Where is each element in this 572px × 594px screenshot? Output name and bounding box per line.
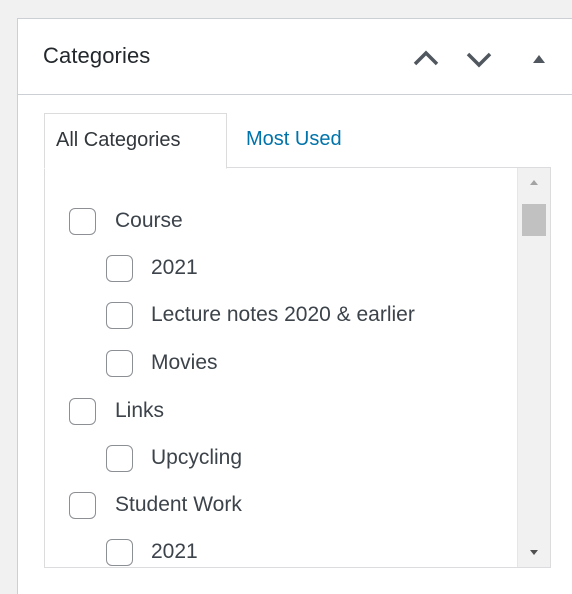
category-checkbox[interactable]: [106, 444, 133, 472]
category-checkbox[interactable]: [69, 397, 96, 425]
panel-header: Categories: [18, 19, 572, 95]
category-label: Course: [115, 209, 183, 232]
checklist-scrollbar[interactable]: [517, 168, 550, 567]
category-label: Student Work: [115, 493, 242, 516]
category-item-student-work-2021[interactable]: 2021: [106, 535, 198, 567]
category-checkbox[interactable]: [69, 207, 96, 235]
category-label: Lecture notes 2020 & earlier: [151, 303, 415, 326]
chevron-up-icon: [413, 50, 439, 66]
category-item-lecture-notes[interactable]: Lecture notes 2020 & earlier: [106, 298, 415, 332]
category-checklist-panel: Course 2021 Lecture notes 2020 & earlier…: [44, 167, 551, 568]
category-label: Links: [115, 399, 165, 422]
move-up-button[interactable]: [408, 41, 444, 77]
category-item-links[interactable]: Links: [69, 394, 164, 428]
categories-panel: Categories All Categories Most Used Cour…: [17, 18, 572, 594]
scrollbar-thumb[interactable]: [522, 204, 546, 236]
category-item-student-work[interactable]: Student Work: [69, 488, 242, 522]
category-item-course[interactable]: Course: [69, 204, 183, 238]
category-item-upcycling[interactable]: Upcycling: [106, 441, 242, 475]
category-label: 2021: [151, 256, 198, 279]
category-checkbox[interactable]: [106, 349, 133, 377]
tab-all-categories[interactable]: All Categories: [44, 113, 227, 169]
scroll-down-arrow-icon[interactable]: [527, 545, 541, 559]
category-item-movies[interactable]: Movies: [106, 346, 218, 380]
tab-most-used[interactable]: Most Used: [246, 113, 342, 166]
category-checkbox[interactable]: [106, 301, 133, 329]
chevron-down-icon: [466, 52, 492, 68]
panel-title: Categories: [43, 43, 151, 68]
category-checkbox[interactable]: [106, 254, 133, 282]
move-down-button[interactable]: [461, 41, 497, 77]
category-label: Movies: [151, 351, 218, 374]
triangle-up-icon: [533, 55, 545, 63]
toggle-panel-button[interactable]: [521, 41, 557, 77]
category-item-course-2021[interactable]: 2021: [106, 251, 198, 285]
category-checkbox[interactable]: [69, 491, 96, 519]
scroll-up-arrow-icon[interactable]: [527, 176, 541, 190]
category-label: Upcycling: [151, 446, 243, 469]
category-label: 2021: [151, 540, 198, 563]
category-checkbox[interactable]: [106, 538, 133, 566]
